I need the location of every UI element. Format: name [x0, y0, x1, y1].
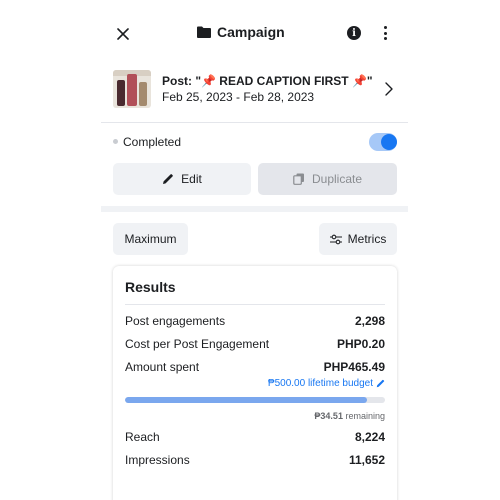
metric-row: Post engagements 2,298: [125, 314, 385, 332]
status-row: Completed: [101, 122, 408, 162]
metric-value: 2,298: [354, 314, 385, 328]
budget-label: ₱500.00 lifetime budget: [267, 378, 373, 389]
metric-label: Amount spent: [125, 360, 200, 374]
metric-row: Impressions 11,652: [125, 453, 385, 471]
page-title: Campaign: [217, 24, 285, 40]
chevron-right-icon: [385, 82, 393, 96]
maximum-button-label: Maximum: [124, 232, 177, 246]
post-title: Post: "📌 READ CAPTION FIRST 📌": [162, 74, 373, 88]
campaign-screen: Campaign i Post: "📌 READ CAPTION FIRST 📌…: [101, 0, 408, 500]
toggle-knob: [381, 134, 397, 150]
budget-progress-fill: [125, 397, 368, 403]
metric-label: Post engagements: [125, 314, 226, 328]
metric-label: Cost per Post Engagement: [125, 337, 270, 351]
section-divider: [101, 206, 408, 212]
folder-icon: [197, 26, 211, 38]
metric-value: 8,224: [354, 430, 385, 444]
close-icon[interactable]: [111, 22, 135, 46]
more-vertical-icon[interactable]: [379, 24, 391, 42]
metric-value: PHP465.49: [323, 360, 385, 374]
remaining-text: remaining: [345, 411, 385, 421]
status-dot: [113, 139, 118, 144]
info-icon[interactable]: i: [347, 26, 361, 40]
lifetime-budget-link[interactable]: ₱500.00 lifetime budget: [268, 378, 385, 389]
remaining-amount: ₱34.51: [314, 411, 343, 421]
metric-value: PHP0.20: [336, 337, 385, 351]
card-divider: [125, 304, 385, 305]
metric-row: Reach 8,224: [125, 430, 385, 448]
duplicate-button[interactable]: Duplicate: [258, 163, 397, 195]
results-card: Results Post engagements 2,298 Cost per …: [113, 266, 397, 500]
pencil-icon: [376, 379, 385, 388]
metrics-button[interactable]: Metrics: [319, 223, 397, 255]
budget-progress-bar: [125, 397, 385, 403]
status-toggle[interactable]: [369, 133, 397, 151]
post-row[interactable]: Post: "📌 READ CAPTION FIRST 📌" Feb 25, 2…: [101, 60, 408, 122]
metric-row: Cost per Post Engagement PHP0.20: [125, 337, 385, 355]
pencil-icon: [163, 174, 174, 184]
metrics-button-label: Metrics: [347, 232, 387, 246]
post-info: Post: "📌 READ CAPTION FIRST 📌" Feb 25, 2…: [162, 74, 373, 104]
metric-row: Amount spent PHP465.49: [125, 360, 385, 378]
duplicate-icon: [293, 173, 304, 185]
edit-button-label: Edit: [181, 172, 202, 186]
results-title: Results: [125, 279, 176, 295]
post-thumbnail: [113, 70, 151, 108]
metric-value: 11,652: [348, 453, 385, 467]
maximum-button[interactable]: Maximum: [113, 223, 188, 255]
status-label: Completed: [123, 135, 182, 149]
page-title-wrap: Campaign: [197, 24, 285, 40]
post-date-range: Feb 25, 2023 - Feb 28, 2023: [162, 90, 315, 104]
metric-label: Impressions: [125, 453, 190, 467]
edit-button[interactable]: Edit: [113, 163, 251, 195]
duplicate-button-label: Duplicate: [311, 172, 363, 186]
budget-remaining: ₱34.51 remaining: [314, 411, 385, 421]
header: Campaign i: [101, 0, 408, 60]
sliders-icon: [329, 234, 342, 244]
metric-label: Reach: [125, 430, 160, 444]
